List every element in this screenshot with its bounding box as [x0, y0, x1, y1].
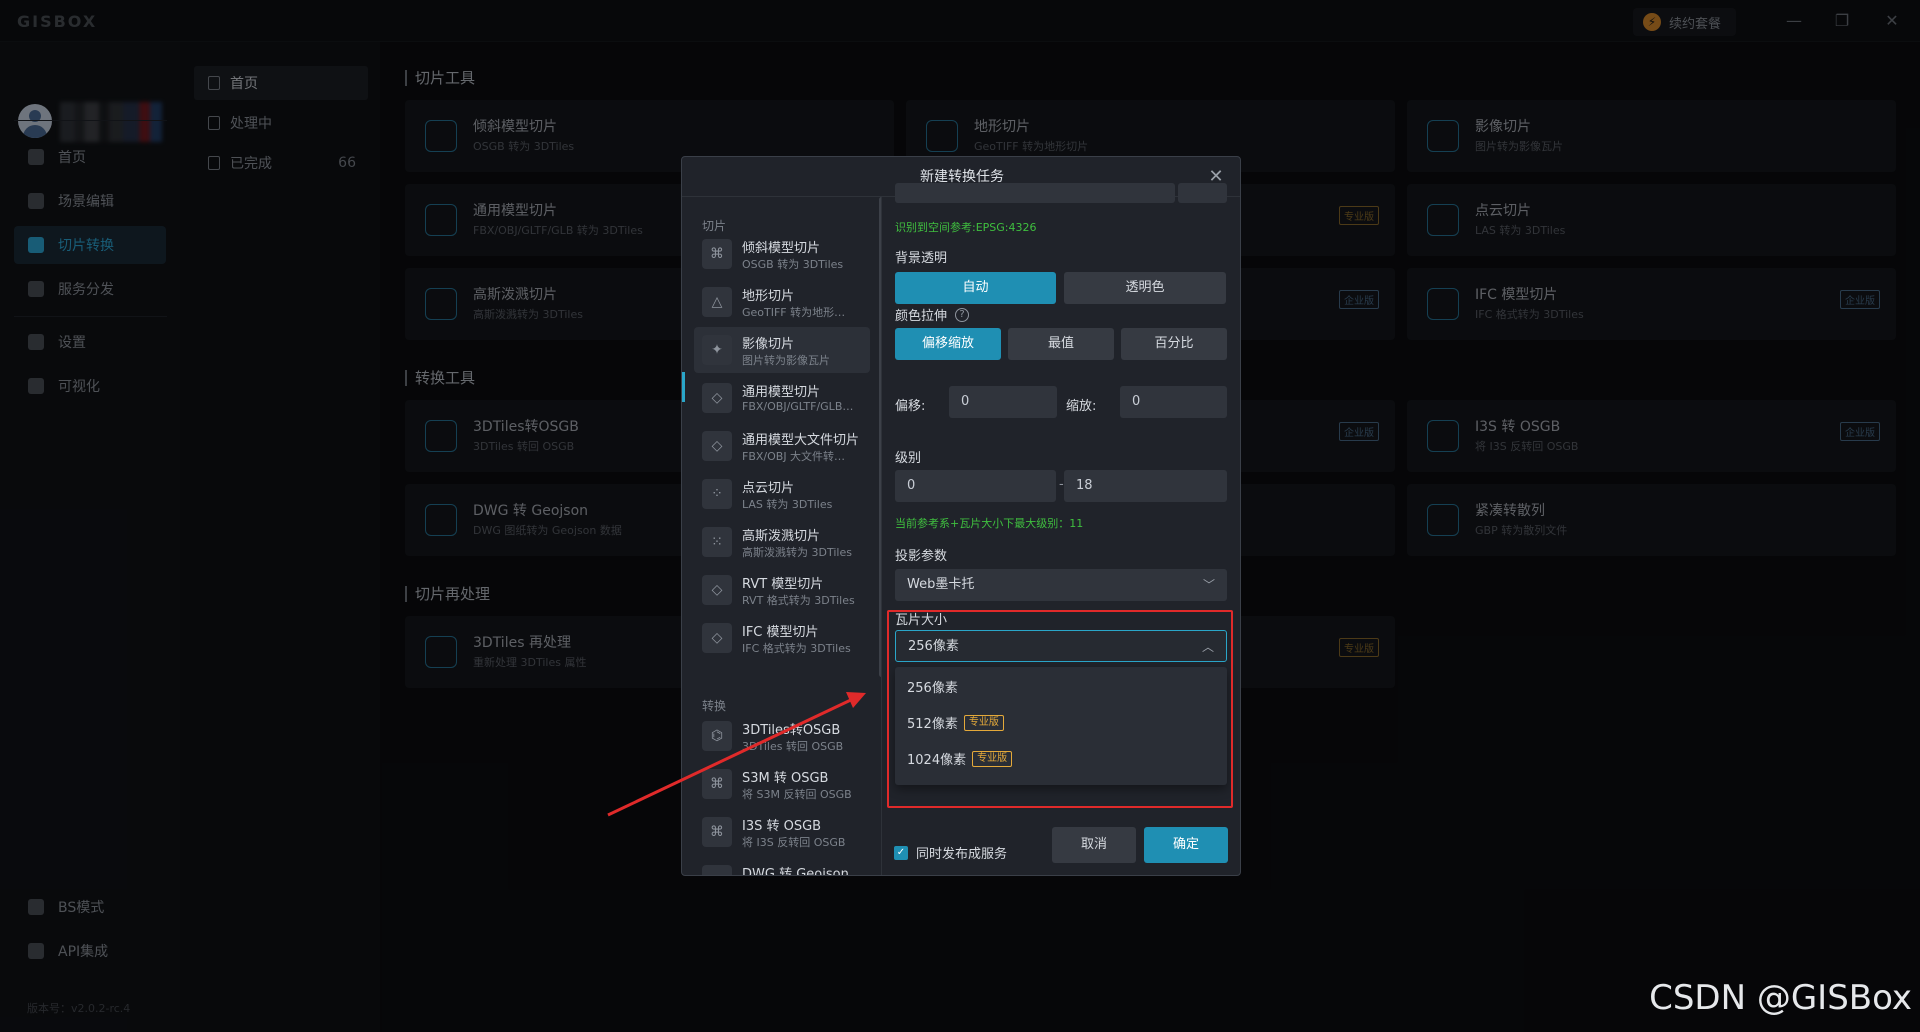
watermark: CSDN @GISBox — [1649, 978, 1912, 1018]
annotation-arrow — [607, 692, 866, 817]
app-window: GISBOX ⚡ 续约套餐 — ❐ ✕ 首页 场景编辑 切片转换 服务分发 设置 … — [0, 0, 1920, 1032]
